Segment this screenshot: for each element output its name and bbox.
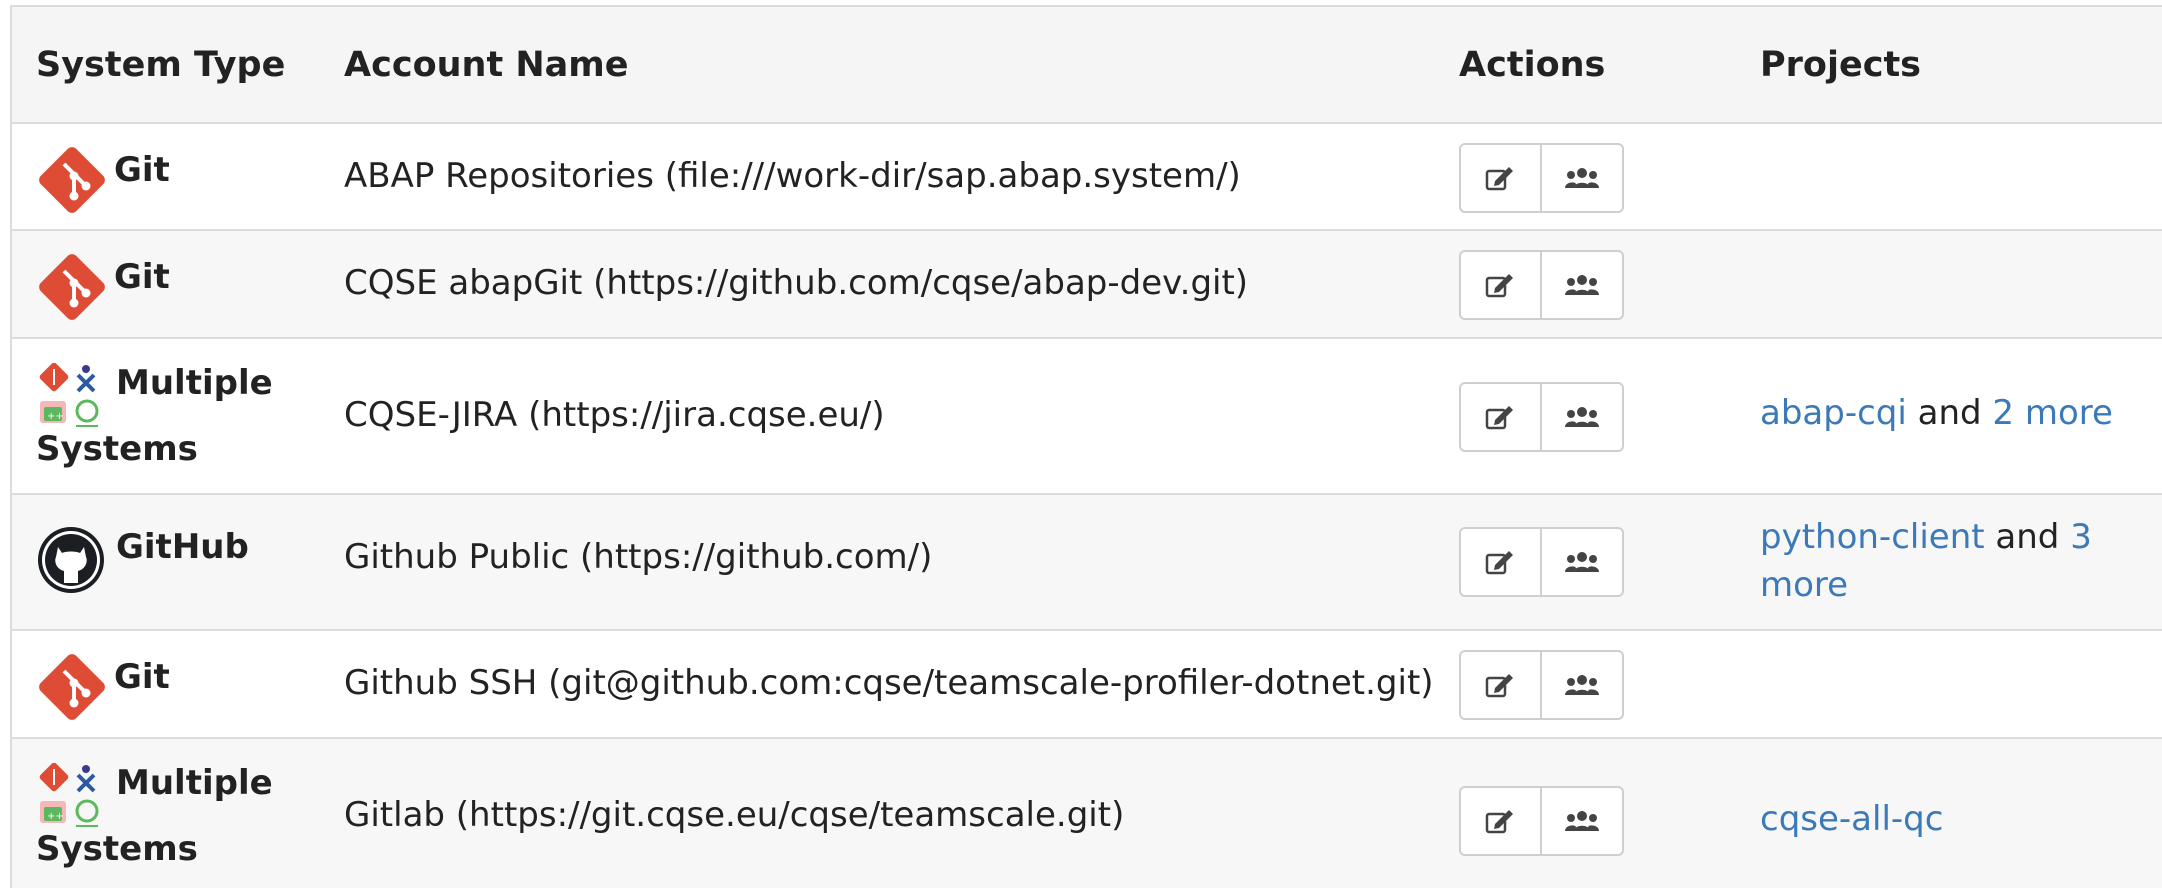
edit-icon bbox=[1486, 551, 1514, 575]
table-row: ++ Multiple Systems CQSE-JIRA (https://j… bbox=[12, 339, 2162, 495]
header-projects[interactable]: Projects bbox=[1760, 45, 1921, 85]
edit-icon bbox=[1486, 406, 1514, 430]
git-logo-icon bbox=[39, 147, 105, 213]
system-type-label-line2: Systems bbox=[36, 829, 198, 869]
permissions-button[interactable] bbox=[1542, 529, 1623, 595]
users-icon bbox=[1564, 811, 1599, 831]
edit-button[interactable] bbox=[1461, 652, 1542, 718]
actions-button-group bbox=[1459, 786, 1624, 856]
account-name: Gitlab (https://git.cqse.eu/cqse/teamsca… bbox=[344, 795, 1125, 835]
project-link[interactable]: python-client bbox=[1760, 517, 1985, 557]
actions-button-group bbox=[1459, 650, 1624, 720]
edit-button[interactable] bbox=[1461, 529, 1542, 595]
users-icon bbox=[1564, 407, 1599, 427]
system-type-label: Git bbox=[114, 150, 170, 190]
users-icon bbox=[1564, 675, 1599, 695]
account-name: CQSE-JIRA (https://jira.cqse.eu/) bbox=[344, 395, 885, 435]
table-row: Git ABAP Repositories (file:///work-dir/… bbox=[12, 124, 2162, 231]
account-name: Github SSH (git@github.com:cqse/teamscal… bbox=[344, 663, 1434, 703]
github-logo-icon bbox=[38, 527, 104, 593]
table-row: Git Github SSH (git@github.com:cqse/team… bbox=[12, 631, 2162, 739]
table-row: Git CQSE abapGit (https://github.com/cqs… bbox=[12, 231, 2162, 339]
permissions-button[interactable] bbox=[1542, 252, 1623, 318]
system-type-label: Multiple bbox=[116, 763, 273, 803]
account-name: Github Public (https://github.com/) bbox=[344, 537, 933, 577]
table-row: ++ Multiple Systems Gitlab (https://git.… bbox=[12, 739, 2162, 888]
more-projects-link[interactable]: 2 more bbox=[1992, 393, 2113, 433]
permissions-button[interactable] bbox=[1542, 145, 1623, 211]
table-row: GitHub Github Public (https://github.com… bbox=[12, 495, 2162, 631]
system-type-label-line2: Systems bbox=[36, 429, 198, 469]
actions-button-group bbox=[1459, 382, 1624, 452]
projects-cell: python-client and 3 more bbox=[1760, 513, 2120, 609]
edit-icon bbox=[1486, 674, 1514, 698]
svg-text:++: ++ bbox=[47, 811, 64, 822]
projects-joiner: and bbox=[1906, 393, 1993, 433]
projects-cell: cqse-all-qc bbox=[1760, 795, 2120, 843]
git-logo-icon bbox=[39, 254, 105, 320]
multiple-systems-icon: ++ bbox=[39, 363, 99, 427]
edit-button[interactable] bbox=[1461, 384, 1542, 450]
edit-button[interactable] bbox=[1461, 788, 1542, 854]
permissions-button[interactable] bbox=[1542, 384, 1623, 450]
multiple-systems-icon: ++ bbox=[39, 763, 99, 827]
accounts-table: System Type Account Name Actions Project… bbox=[10, 5, 2162, 888]
users-icon bbox=[1564, 275, 1599, 295]
header-actions: Actions bbox=[1459, 45, 1606, 85]
projects-cell: abap-cqi and 2 more bbox=[1760, 389, 2120, 437]
actions-button-group bbox=[1459, 250, 1624, 320]
users-icon bbox=[1564, 168, 1599, 188]
system-type-label: Multiple bbox=[116, 363, 273, 403]
header-system-type[interactable]: System Type bbox=[36, 45, 285, 85]
actions-button-group bbox=[1459, 527, 1624, 597]
system-type-label: GitHub bbox=[116, 527, 249, 567]
projects-joiner: and bbox=[1984, 517, 2071, 557]
system-type-label: Git bbox=[114, 657, 170, 697]
account-name: ABAP Repositories (file:///work-dir/sap.… bbox=[344, 156, 1241, 196]
permissions-button[interactable] bbox=[1542, 788, 1623, 854]
system-type-label: Git bbox=[114, 257, 170, 297]
project-link[interactable]: abap-cqi bbox=[1760, 393, 1907, 433]
edit-icon bbox=[1486, 810, 1514, 834]
edit-icon bbox=[1486, 274, 1514, 298]
svg-text:++: ++ bbox=[47, 411, 64, 422]
edit-button[interactable] bbox=[1461, 145, 1542, 211]
edit-button[interactable] bbox=[1461, 252, 1542, 318]
actions-button-group bbox=[1459, 143, 1624, 213]
permissions-button[interactable] bbox=[1542, 652, 1623, 718]
users-icon bbox=[1564, 552, 1599, 572]
account-name: CQSE abapGit (https://github.com/cqse/ab… bbox=[344, 263, 1249, 303]
table-header-row: System Type Account Name Actions Project… bbox=[12, 7, 2162, 124]
edit-icon bbox=[1486, 167, 1514, 191]
git-logo-icon bbox=[39, 654, 105, 720]
project-link[interactable]: cqse-all-qc bbox=[1760, 799, 1943, 839]
header-account-name[interactable]: Account Name bbox=[344, 45, 629, 85]
